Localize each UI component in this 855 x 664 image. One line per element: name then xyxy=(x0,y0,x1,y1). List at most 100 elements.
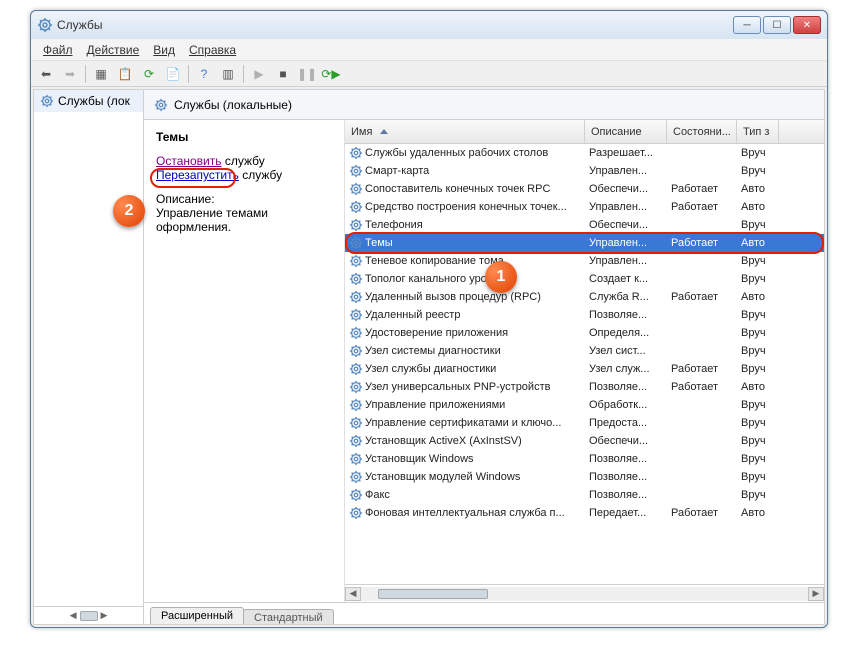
service-desc-cell: Определя... xyxy=(585,327,667,339)
panel-button[interactable]: ▥ xyxy=(217,63,239,85)
service-desc-cell: Позволяе... xyxy=(585,309,667,321)
service-row[interactable]: Сопоставитель конечных точек RPCОбеспечи… xyxy=(345,180,824,198)
col-type[interactable]: Тип з xyxy=(737,120,779,143)
service-name-cell: Установщик ActiveX (AxInstSV) xyxy=(365,435,522,447)
service-name-cell: Тополог канального уровня xyxy=(365,273,505,285)
gear-icon xyxy=(349,164,363,178)
service-row[interactable]: Узел универсальных PNP-устройствПозволяе… xyxy=(345,378,824,396)
tree-item-services[interactable]: Службы (лок xyxy=(34,90,143,112)
service-row[interactable]: Управление сертификатами и ключо...Предо… xyxy=(345,414,824,432)
tab-extended[interactable]: Расширенный xyxy=(150,607,244,624)
pause-button[interactable]: ❚❚ xyxy=(296,63,318,85)
service-desc-cell: Создает к... xyxy=(585,273,667,285)
service-row[interactable]: Установщик Windows Позволяе... Вруч xyxy=(345,450,824,468)
gear-icon xyxy=(349,272,363,286)
properties-button[interactable]: 📋 xyxy=(114,63,136,85)
service-row[interactable]: Тополог канального уровняСоздает к...Вру… xyxy=(345,270,824,288)
left-tree: Службы (лок ◀▶ xyxy=(34,90,144,624)
col-desc[interactable]: Описание xyxy=(585,120,667,143)
gear-icon xyxy=(349,236,363,250)
col-name[interactable]: Имя xyxy=(345,120,585,143)
menu-help[interactable]: Справка xyxy=(183,41,242,59)
service-type-cell: Вруч xyxy=(737,399,779,411)
titlebar[interactable]: Службы ─ ☐ ✕ xyxy=(31,11,827,39)
start-button[interactable]: ▶ xyxy=(248,63,270,85)
service-name-cell: Смарт-карта xyxy=(365,165,429,177)
export-button[interactable]: 📄 xyxy=(162,63,184,85)
service-name-cell: Службы удаленных рабочих столов xyxy=(365,147,548,159)
service-row[interactable]: Фоновая интеллектуальная служба п...Пере… xyxy=(345,504,824,522)
service-name-cell: Узел универсальных PNP-устройств xyxy=(365,381,550,393)
service-row[interactable]: Теневое копирование томаУправлен...Вруч xyxy=(345,252,824,270)
service-row[interactable]: Удаленный реестрПозволяе...Вруч xyxy=(345,306,824,324)
service-type-cell: Авто xyxy=(737,291,779,303)
gear-icon xyxy=(349,434,363,448)
tab-standard[interactable]: Стандартный xyxy=(243,609,334,625)
service-row[interactable]: Службы удаленных рабочих столов Разрешает… xyxy=(345,144,824,162)
gear-icon xyxy=(349,326,363,340)
menu-action[interactable]: Действие xyxy=(81,41,146,59)
service-type-cell: Вруч xyxy=(737,471,779,483)
service-name-cell: Удаленный реестр xyxy=(365,309,460,321)
service-row[interactable]: ТелефонияОбеспечи...Вруч xyxy=(345,216,824,234)
column-headers: Имя Описание Состояни... Тип з xyxy=(345,120,824,144)
refresh-button[interactable]: ⟳ xyxy=(138,63,160,85)
gear-icon xyxy=(349,452,363,466)
forward-button[interactable]: ➡ xyxy=(59,63,81,85)
gear-icon xyxy=(349,488,363,502)
gear-icon xyxy=(349,398,363,412)
menu-file[interactable]: Файл xyxy=(37,41,79,59)
service-type-cell: Вруч xyxy=(737,147,779,159)
service-type-cell: Авто xyxy=(737,237,779,249)
service-name-cell: Удостоверение приложения xyxy=(365,327,508,339)
stop-link[interactable]: Остановить xyxy=(156,154,222,168)
stop-button[interactable]: ■ xyxy=(272,63,294,85)
help-button[interactable]: ? xyxy=(193,63,215,85)
service-name-cell: Удаленный вызов процедур (RPC) xyxy=(365,291,541,303)
list-hscrollbar[interactable]: ◀▶ xyxy=(345,584,824,602)
service-desc-cell: Разрешает... xyxy=(585,147,667,159)
service-name-cell: Установщик Windows xyxy=(365,453,474,465)
service-row[interactable]: Удаленный вызов процедур (RPC)Служба R..… xyxy=(345,288,824,306)
restart-button[interactable]: ⟳▶ xyxy=(320,63,342,85)
gear-icon xyxy=(349,362,363,376)
service-row[interactable]: ФаксПозволяе...Вруч xyxy=(345,486,824,504)
service-type-cell: Вруч xyxy=(737,363,779,375)
service-desc-cell: Позволяе... xyxy=(585,489,667,501)
service-row[interactable]: Установщик ActiveX (AxInstSV)Обеспечи...… xyxy=(345,432,824,450)
annotation-badge-1: 1 xyxy=(485,261,517,293)
tree-hscrollbar[interactable]: ◀▶ xyxy=(34,606,143,624)
service-row[interactable]: Удостоверение приложенияОпределя...Вруч xyxy=(345,324,824,342)
service-row[interactable]: Смарт-картаУправлен...Вруч xyxy=(345,162,824,180)
service-type-cell: Вруч xyxy=(737,453,779,465)
gear-icon xyxy=(349,506,363,520)
tabstrip: Расширенный Стандартный xyxy=(144,602,824,624)
service-name-cell: Факс xyxy=(365,489,390,501)
back-button[interactable]: ⬅ xyxy=(35,63,57,85)
menu-view[interactable]: Вид xyxy=(147,41,181,59)
detail-pane: Темы Остановить службу Перезапустить слу… xyxy=(144,120,344,602)
gear-icon xyxy=(349,146,363,160)
service-row[interactable]: Управление приложениямиОбработк...Вруч xyxy=(345,396,824,414)
restart-link[interactable]: Перезапустить xyxy=(156,168,239,182)
service-type-cell: Вруч xyxy=(737,219,779,231)
service-desc-cell: Обработк... xyxy=(585,399,667,411)
tree-item-label: Службы (лок xyxy=(58,94,130,108)
right-pane: Службы (локальные) Темы Остановить служб… xyxy=(144,90,824,624)
service-type-cell: Авто xyxy=(737,183,779,195)
gear-icon xyxy=(349,470,363,484)
service-row[interactable]: ТемыУправлен...РаботаетАвто xyxy=(345,234,824,252)
service-desc-cell: Позволяе... xyxy=(585,453,667,465)
show-hide-tree-button[interactable]: ▦ xyxy=(90,63,112,85)
service-row[interactable]: Средство построения конечных точек...Упр… xyxy=(345,198,824,216)
service-row[interactable]: Узел службы диагностикиУзел служ...Работ… xyxy=(345,360,824,378)
body: Службы (лок ◀▶ Службы (локальные) Темы О… xyxy=(33,89,825,625)
col-status[interactable]: Состояни... xyxy=(667,120,737,143)
maximize-button[interactable]: ☐ xyxy=(763,16,791,34)
minimize-button[interactable]: ─ xyxy=(733,16,761,34)
gear-icon xyxy=(349,380,363,394)
close-button[interactable]: ✕ xyxy=(793,16,821,34)
service-row[interactable]: Узел системы диагностикиУзел сист...Вруч xyxy=(345,342,824,360)
service-row[interactable]: Установщик модулей WindowsПозволяе...Вру… xyxy=(345,468,824,486)
service-status-cell: Работает xyxy=(667,201,737,213)
